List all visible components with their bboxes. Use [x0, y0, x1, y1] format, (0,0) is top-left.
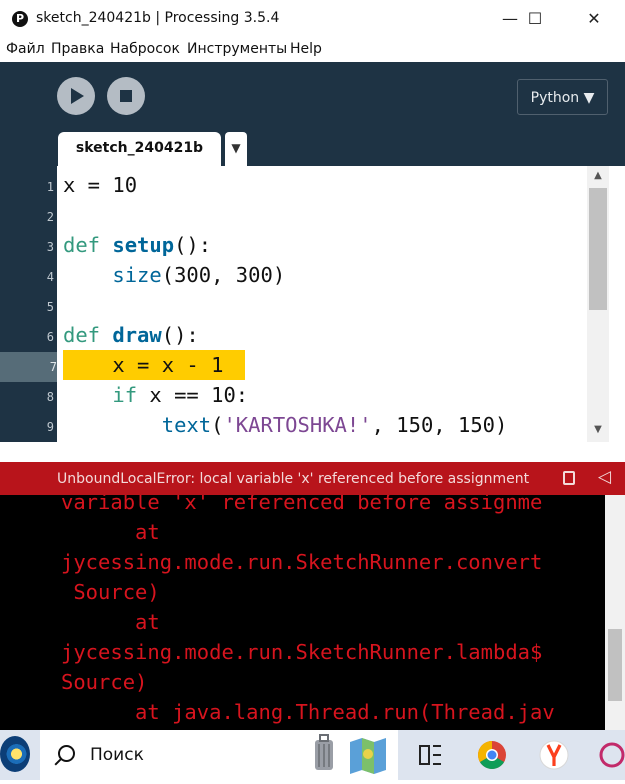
console-scrollbar[interactable]: [605, 495, 625, 730]
console-scroll-thumb[interactable]: [608, 629, 622, 701]
scroll-up-arrow[interactable]: ▲: [587, 166, 609, 186]
console-line: at java.lang.Thread.run(Thread.jav: [61, 700, 555, 724]
code-line-9: text('KARTOSHKA!', 150, 150): [161, 413, 508, 437]
console-line: Source): [61, 580, 160, 604]
console-line: jycessing.mode.run.SketchRunner.lambda$: [61, 640, 543, 664]
code-line-7: x = x - 1: [112, 353, 224, 377]
console-line: variable 'x' referenced before assignme: [61, 495, 543, 514]
editor-scroll-thumb[interactable]: [589, 188, 607, 310]
yandex-browser-icon[interactable]: [532, 730, 576, 780]
code-editor[interactable]: 1 2 3 4 5 6 7 8 9 x = 10 def setup(): si…: [0, 166, 625, 442]
code-line-1: x = 10: [63, 173, 138, 197]
console-line: Source): [61, 670, 148, 694]
line-number-active: 7: [0, 352, 57, 382]
luggage-app-icon[interactable]: [302, 730, 346, 780]
window-title: sketch_240421b | Processing 3.5.4: [36, 10, 280, 26]
partial-app-icon[interactable]: [590, 730, 625, 780]
console-line: jycessing.mode.run.SketchRunner.convert: [61, 550, 543, 574]
windows-taskbar: Поиск: [0, 730, 625, 780]
maps-app-icon[interactable]: [346, 730, 390, 780]
line-number: 5: [46, 300, 54, 314]
line-number: 6: [46, 330, 54, 344]
search-icon: [58, 745, 75, 762]
play-icon: [71, 88, 84, 104]
tab-menu-button[interactable]: ▼: [225, 132, 247, 166]
stop-icon: [120, 90, 132, 102]
error-message: UnboundLocalError: local variable 'x' re…: [57, 471, 530, 487]
line-number: 8: [46, 390, 54, 404]
task-view-icon[interactable]: [408, 730, 452, 780]
line-number: 3: [46, 240, 54, 254]
console-output[interactable]: variable 'x' referenced before assignme …: [0, 495, 625, 730]
menu-sketch[interactable]: Набросок: [110, 41, 180, 57]
line-number: 9: [46, 420, 54, 434]
stop-button[interactable]: [107, 77, 145, 115]
editor-scrollbar[interactable]: ▲ ▼: [587, 166, 609, 442]
tab-row: sketch_240421b ▼: [0, 132, 625, 166]
maximize-button[interactable]: ☐: [512, 0, 558, 38]
error-status-bar: UnboundLocalError: local variable 'x' re…: [0, 462, 625, 495]
editor-divider[interactable]: [0, 442, 625, 462]
search-placeholder: Поиск: [90, 745, 144, 765]
processing-app-icon: P: [12, 11, 28, 27]
collapse-console-icon[interactable]: ◁: [598, 467, 611, 487]
run-button[interactable]: [57, 77, 95, 115]
title-bar: P sketch_240421b | Processing 3.5.4 — ☐ …: [0, 0, 625, 38]
toolbar: Python ▼: [0, 62, 625, 132]
code-line-3: def setup():: [63, 233, 212, 257]
line-number: 4: [46, 270, 54, 284]
chrome-icon[interactable]: [470, 730, 514, 780]
start-button[interactable]: [0, 730, 40, 780]
start-icon: [0, 736, 30, 772]
code-line-4: size(300, 300): [112, 263, 286, 287]
close-button[interactable]: ✕: [571, 0, 617, 38]
code-line-6: def draw():: [63, 323, 199, 347]
line-number-gutter: 1 2 3 4 5 6 7 8 9: [0, 166, 57, 442]
menu-file[interactable]: Файл: [6, 41, 45, 57]
menu-edit[interactable]: Правка: [51, 41, 104, 57]
scroll-down-arrow[interactable]: ▼: [587, 420, 609, 440]
menu-help[interactable]: Help: [290, 41, 322, 57]
menu-bar: Файл Правка Набросок Инструменты Help: [0, 38, 625, 62]
line-number: 2: [46, 210, 54, 224]
console-line: at: [61, 610, 160, 634]
code-line-8: if x == 10:: [112, 383, 249, 407]
console-line: at: [61, 520, 160, 544]
code-text-area[interactable]: x = 10 def setup(): size(300, 300) def d…: [57, 166, 587, 442]
tab-sketch[interactable]: sketch_240421b: [58, 132, 221, 166]
menu-tools[interactable]: Инструменты: [187, 41, 287, 57]
mode-selector[interactable]: Python ▼: [517, 79, 608, 115]
line-number: 1: [46, 180, 54, 194]
copy-icon[interactable]: [563, 471, 575, 485]
